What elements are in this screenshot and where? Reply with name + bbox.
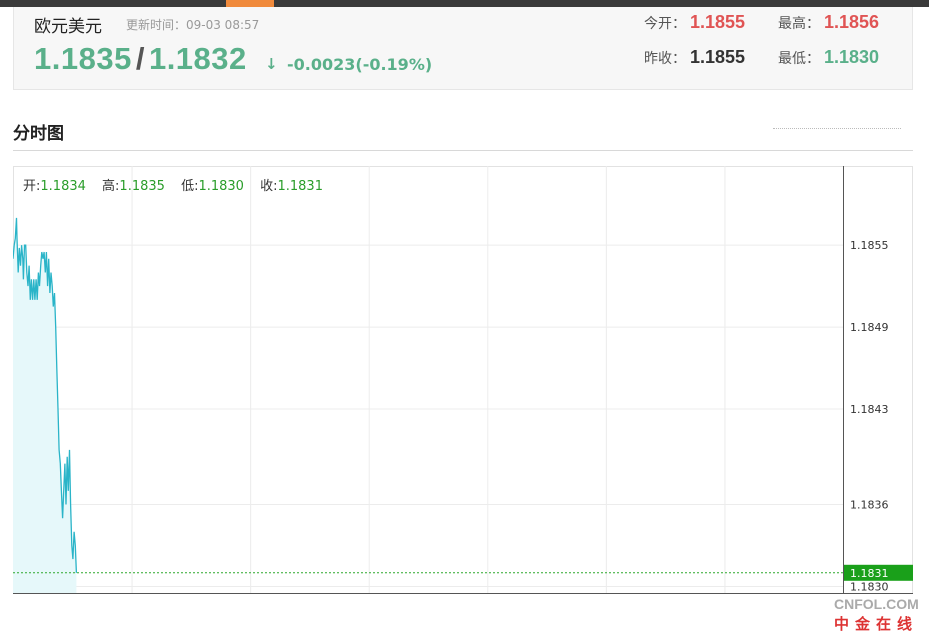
- section-divider: [13, 150, 913, 151]
- high-value: 1.1856: [824, 12, 880, 32]
- y-tick-label: 1.1836: [850, 499, 889, 512]
- pair-name: 欧元美元: [34, 17, 102, 37]
- quote-panel: 欧元美元 更新时间：09-03 08:57 1.1835/1.1832 ↓ -0…: [13, 7, 913, 90]
- open-stat: 今开： 1.1855: [644, 12, 745, 33]
- intraday-chart[interactable]: 1.18551.18491.18431.18361.183005:0008:27…: [13, 166, 913, 596]
- chart-frame: [13, 166, 913, 594]
- ohlc-low: 1.1830: [198, 179, 244, 194]
- ohlc-high-label: 高:: [102, 179, 120, 194]
- high-stat: 最高： 1.1856: [778, 12, 879, 33]
- bid-price: 1.1835: [34, 41, 132, 76]
- price-change: -0.0023(-0.19%): [287, 55, 433, 74]
- price-separator: /: [135, 41, 145, 76]
- high-label: 最高：: [778, 16, 820, 32]
- active-tab-indicator[interactable]: [226, 0, 274, 7]
- low-value: 1.1830: [824, 47, 880, 67]
- logo-bottom-text: 中金在线: [834, 615, 919, 633]
- y-tick-label: 1.1830: [850, 580, 889, 593]
- low-label: 最低：: [778, 51, 820, 67]
- chart-canvas: 1.18551.18491.18431.18361.183005:0008:27…: [13, 166, 913, 594]
- y-tick-label: 1.1843: [850, 403, 889, 416]
- ask-price: 1.1832: [148, 41, 247, 76]
- y-tick-label: 1.1855: [850, 239, 889, 252]
- ohlc-close-label: 收:: [260, 179, 278, 194]
- section-title: 分时图: [13, 124, 64, 144]
- ohlc-open: 1.1834: [40, 179, 86, 194]
- down-arrow-icon: ↓: [265, 55, 278, 73]
- current-price-label: 1.1831: [850, 567, 889, 580]
- prev-close-stat: 昨收： 1.1855: [644, 47, 745, 68]
- chart-options-link[interactable]: [773, 128, 901, 132]
- price-area-fill: [13, 217, 77, 593]
- update-time: 更新时间：09-03 08:57: [126, 18, 260, 32]
- logo-top-text: CNFOL.COM: [834, 596, 919, 612]
- low-stat: 最低： 1.1830: [778, 47, 879, 68]
- price-quote: 1.1835/1.1832: [34, 41, 247, 77]
- ohlc-close: 1.1831: [277, 179, 323, 194]
- ohlc-open-label: 开:: [23, 179, 41, 194]
- top-nav-bar: [0, 0, 929, 7]
- prev-close-label: 昨收：: [644, 51, 686, 67]
- open-label: 今开：: [644, 16, 686, 32]
- ohlc-low-label: 低:: [181, 179, 199, 194]
- ohlc-readout: 开:1.1834 高:1.1835 低:1.1830 收:1.1831: [23, 175, 335, 194]
- open-value: 1.1855: [690, 12, 746, 32]
- cnfol-logo: CNFOL.COM 中金在线: [834, 596, 929, 633]
- prev-close-value: 1.1855: [690, 47, 746, 67]
- y-tick-label: 1.1849: [850, 321, 889, 334]
- ohlc-high: 1.1835: [119, 179, 165, 194]
